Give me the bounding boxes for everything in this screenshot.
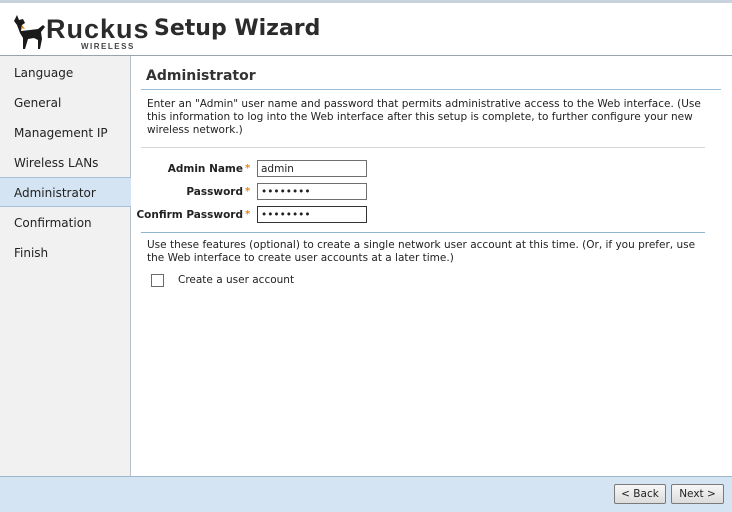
wizard-title: Setup Wizard — [154, 16, 321, 41]
brand-name: Ruckus — [46, 14, 150, 44]
confirm-password-input[interactable] — [257, 206, 367, 223]
brand-subtitle: WIRELESS — [81, 42, 135, 51]
next-button[interactable]: Next > — [671, 484, 724, 504]
create-user-label[interactable]: Create a user account — [178, 274, 294, 286]
divider — [141, 147, 705, 148]
back-button[interactable]: < Back — [614, 484, 666, 504]
create-user-checkbox[interactable] — [151, 274, 164, 287]
required-marker: * — [245, 186, 251, 197]
sidebar-item-finish[interactable]: Finish — [0, 238, 130, 268]
sidebar-item-confirmation[interactable]: Confirmation — [0, 208, 130, 238]
sidebar-item-administrator[interactable]: Administrator — [0, 177, 131, 207]
password-input[interactable] — [257, 183, 367, 200]
admin-name-input[interactable] — [257, 160, 367, 177]
required-marker: * — [245, 209, 251, 220]
password-row: Password * — [131, 183, 431, 203]
confirm-password-label: Confirm Password — [136, 209, 243, 221]
footer-bar: < Back Next > — [0, 476, 732, 512]
title-divider — [141, 89, 721, 90]
sidebar-item-wireless-lans[interactable]: Wireless LANs — [0, 148, 130, 178]
header: Ruckus WIRELESS Setup Wizard — [0, 3, 732, 56]
ruckus-logo: Ruckus WIRELESS — [8, 11, 158, 53]
page-title: Administrator — [146, 68, 256, 84]
sidebar: Language General Management IP Wireless … — [0, 56, 131, 476]
main-panel: Administrator Enter an "Admin" user name… — [131, 56, 732, 476]
optional-features-text: Use these features (optional) to create … — [147, 239, 696, 264]
sidebar-item-management-ip[interactable]: Management IP — [0, 118, 130, 148]
sidebar-item-language[interactable]: Language — [0, 58, 130, 88]
admin-name-row: Admin Name * — [131, 160, 431, 180]
intro-text: Enter an "Admin" user name and password … — [147, 98, 701, 136]
password-label: Password — [186, 186, 243, 198]
required-marker: * — [245, 163, 251, 174]
section-divider — [141, 232, 705, 233]
confirm-password-row: Confirm Password * — [131, 206, 431, 226]
dog-icon — [14, 15, 45, 49]
admin-name-label: Admin Name — [167, 163, 243, 175]
sidebar-item-general[interactable]: General — [0, 88, 130, 118]
